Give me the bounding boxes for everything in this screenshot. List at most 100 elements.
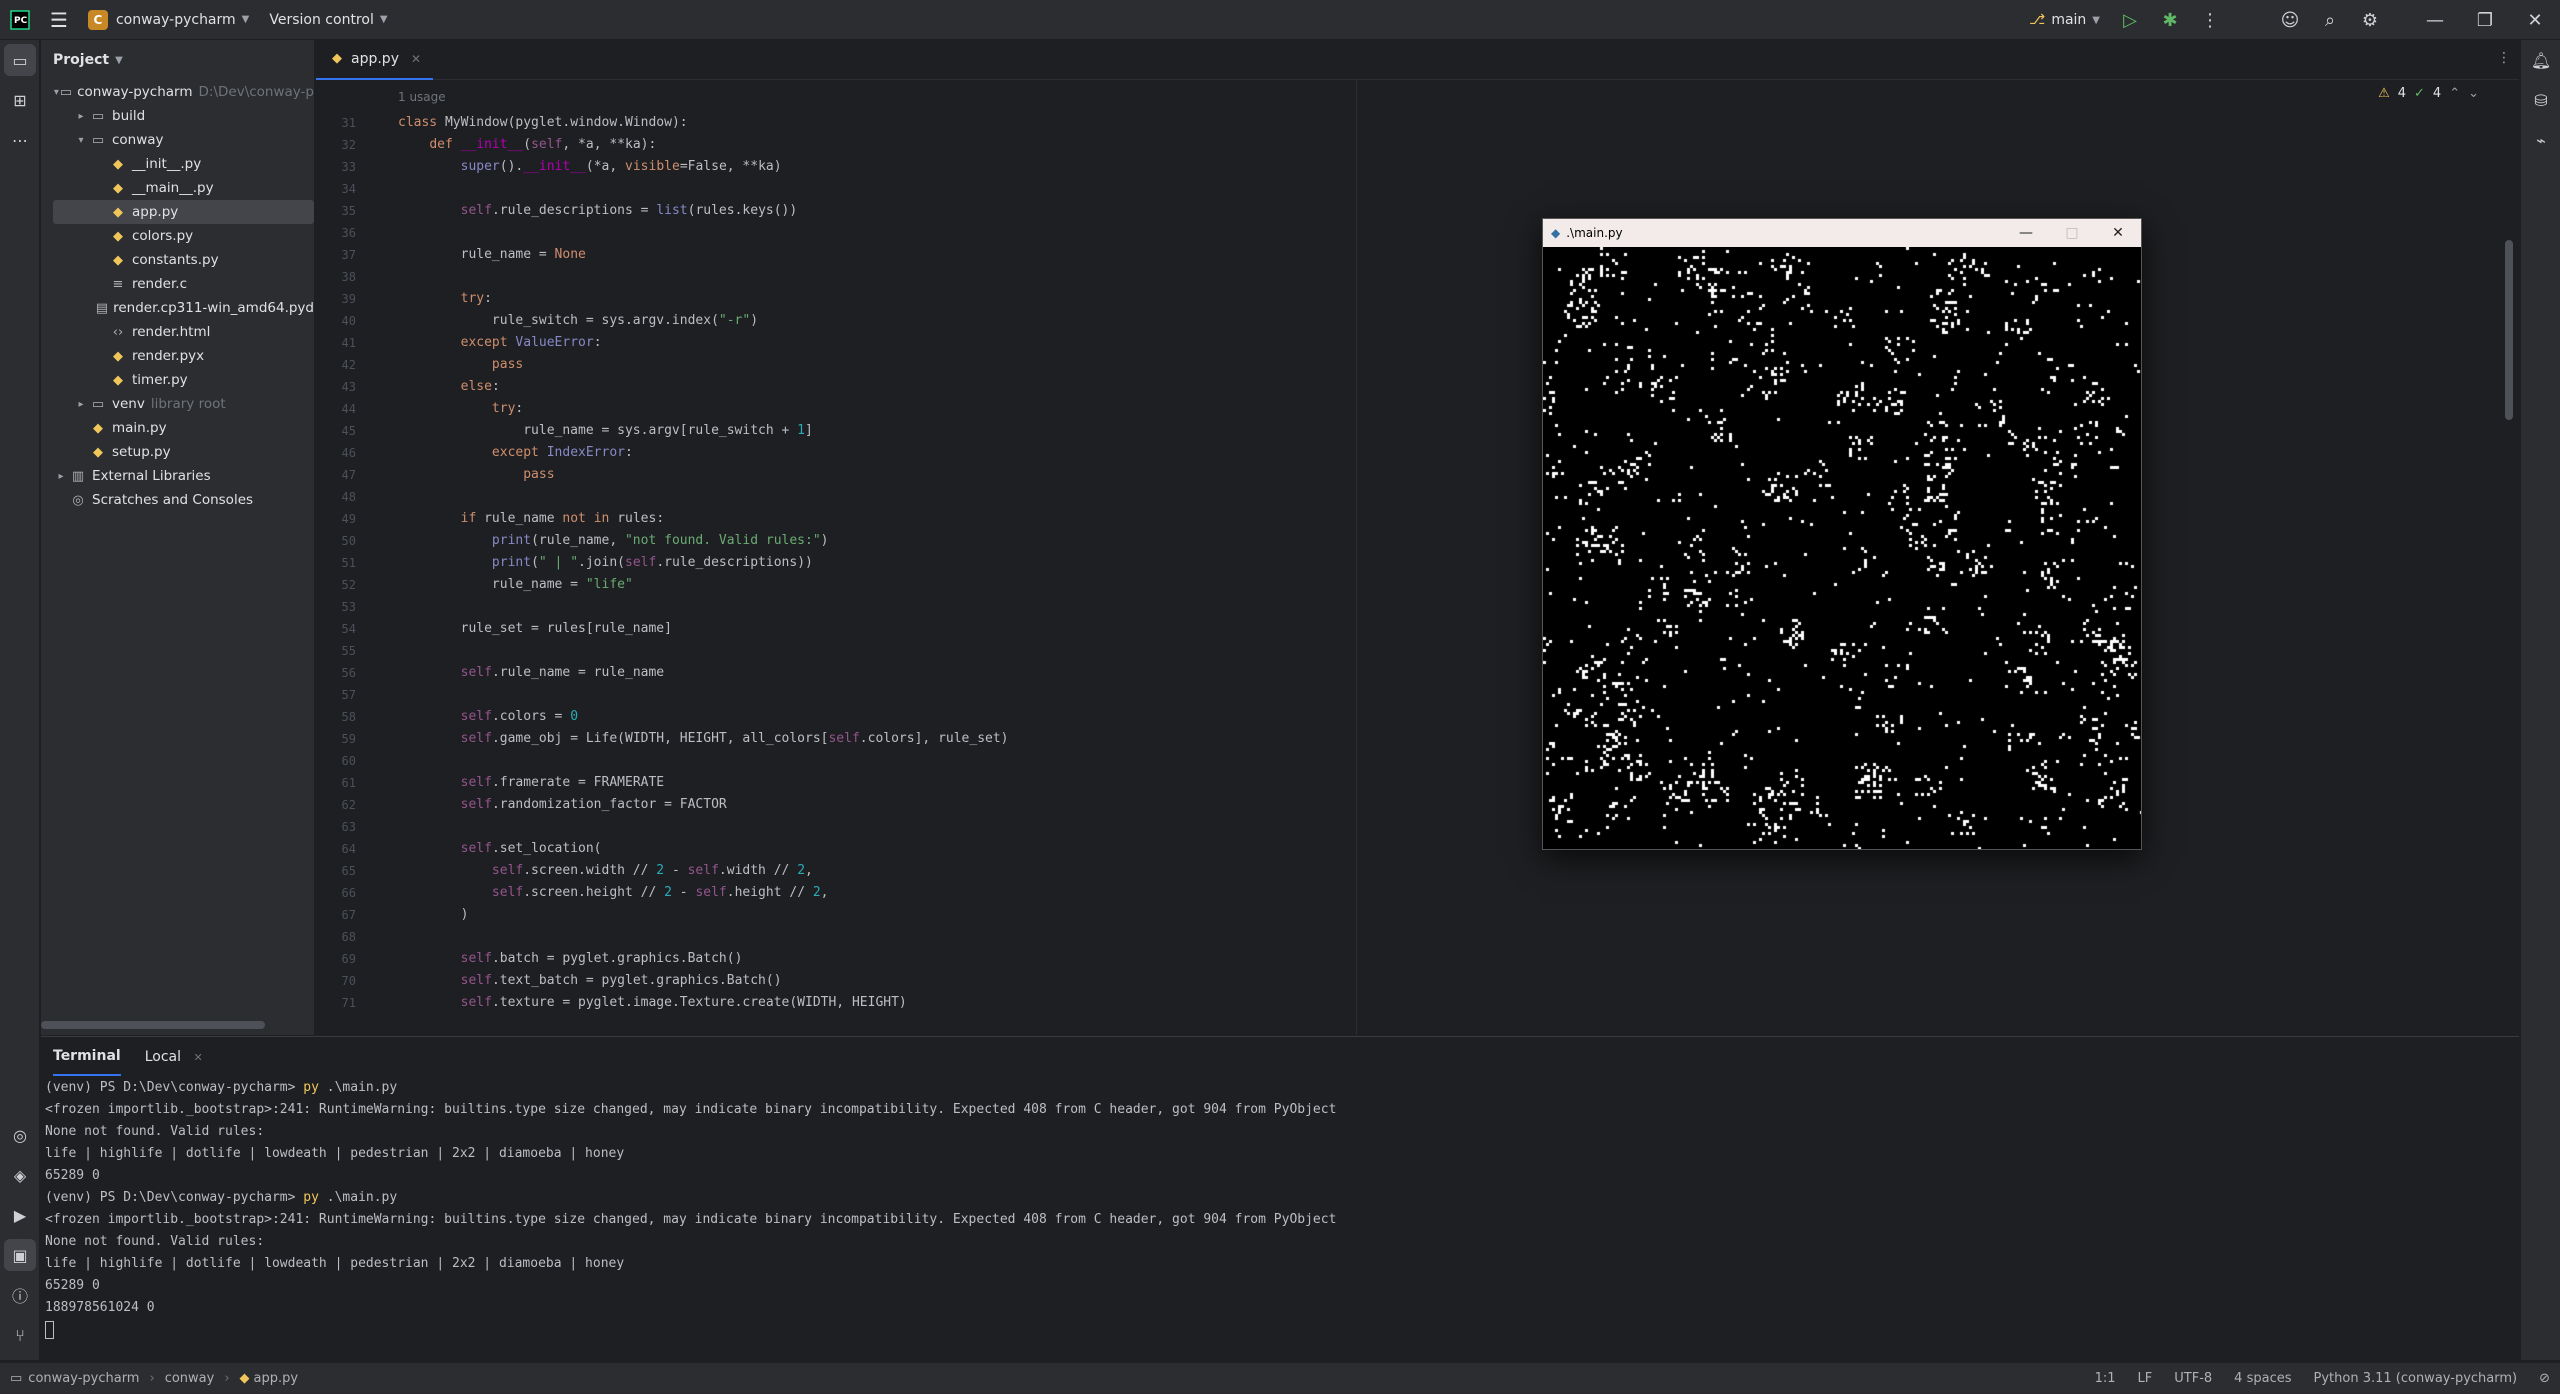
- breadcrumb-file[interactable]: app.py: [254, 1371, 299, 1386]
- terminal-output[interactable]: (venv) PS D:\Dev\conway-pycharm> py .\ma…: [41, 1077, 2519, 1341]
- problems-icon[interactable]: ⓘ: [0, 1275, 40, 1315]
- expand-arrow-icon[interactable]: ▸: [53, 471, 69, 482]
- inspection-widget[interactable]: ⚠ 4 ✓ 4 ⌃ ⌄: [2378, 86, 2479, 101]
- tree-item[interactable]: ▸ ▭ venv library root: [41, 392, 314, 416]
- expand-arrow-icon[interactable]: ▸: [73, 399, 89, 410]
- line-separator[interactable]: LF: [2138, 1371, 2153, 1386]
- python-packages-icon[interactable]: ◎: [0, 1115, 40, 1155]
- tree-item[interactable]: ◆ colors.py: [41, 224, 314, 248]
- tree-item[interactable]: ◆ render.pyx: [41, 344, 314, 368]
- code-line[interactable]: rule_set = rules[rule_name]: [398, 618, 1009, 640]
- project-selector[interactable]: C conway-pycharm ▼: [78, 0, 259, 40]
- tree-item[interactable]: ◆ constants.py: [41, 248, 314, 272]
- code-line[interactable]: [398, 596, 1009, 618]
- restore-window-icon[interactable]: ❐: [2460, 0, 2510, 40]
- sciview-icon[interactable]: ⌁: [2521, 120, 2560, 160]
- code-line[interactable]: pass: [398, 354, 1009, 376]
- tree-item[interactable]: ▤ render.cp311-win_amd64.pyd: [41, 296, 314, 320]
- code-line[interactable]: try:: [398, 398, 1009, 420]
- search-icon[interactable]: ⌕: [2310, 0, 2350, 40]
- tree-item[interactable]: ◆ __main__.py: [41, 176, 314, 200]
- structure-icon[interactable]: ⊞: [0, 80, 40, 120]
- code-text[interactable]: class MyWindow(pyglet.window.Window): de…: [398, 112, 1009, 1014]
- code-line[interactable]: [398, 222, 1009, 244]
- code-line[interactable]: ): [398, 904, 1009, 926]
- tree-item[interactable]: ◆ __init__.py: [41, 152, 314, 176]
- tree-item[interactable]: ◎ Scratches and Consoles: [41, 488, 314, 512]
- code-line[interactable]: self.rule_descriptions = list(rules.keys…: [398, 200, 1009, 222]
- gear-icon[interactable]: ⚙: [2350, 0, 2390, 40]
- code-line[interactable]: self.texture = pyglet.image.Texture.crea…: [398, 992, 1009, 1014]
- code-line[interactable]: self.set_location(: [398, 838, 1009, 860]
- code-line[interactable]: else:: [398, 376, 1009, 398]
- code-line[interactable]: rule_name = sys.argv[rule_switch + 1]: [398, 420, 1009, 442]
- code-line[interactable]: rule_name = "life": [398, 574, 1009, 596]
- code-line[interactable]: class MyWindow(pyglet.window.Window):: [398, 112, 1009, 134]
- terminal-input-line[interactable]: [45, 1319, 2519, 1341]
- code-line[interactable]: def __init__(self, *a, **ka):: [398, 134, 1009, 156]
- code-line[interactable]: self.rule_name = rule_name: [398, 662, 1009, 684]
- code-line[interactable]: print(rule_name, "not found. Valid rules…: [398, 530, 1009, 552]
- code-line[interactable]: self.screen.width // 2 - self.width // 2…: [398, 860, 1009, 882]
- code-line[interactable]: [398, 750, 1009, 772]
- chevron-down-icon[interactable]: ⌄: [2468, 86, 2479, 101]
- run-icon[interactable]: ▷: [2110, 0, 2150, 40]
- more-tools-icon[interactable]: ⋯: [0, 120, 40, 160]
- tree-item[interactable]: ▸ ▥ External Libraries: [41, 464, 314, 488]
- services-icon[interactable]: ▶: [0, 1195, 40, 1235]
- account-icon[interactable]: ☺: [2270, 0, 2310, 40]
- code-line[interactable]: [398, 816, 1009, 838]
- tree-item[interactable]: ▸ ▭ build: [41, 104, 314, 128]
- code-line[interactable]: self.text_batch = pyglet.graphics.Batch(…: [398, 970, 1009, 992]
- indent-setting[interactable]: 4 spaces: [2234, 1371, 2291, 1386]
- code-line[interactable]: [398, 640, 1009, 662]
- git-icon[interactable]: ⑂: [0, 1315, 40, 1355]
- tree-root[interactable]: ▾ ▭ conway-pycharm D:\Dev\conway-p: [41, 80, 314, 104]
- layers-icon[interactable]: ◈: [0, 1155, 40, 1195]
- tree-item[interactable]: ◆ app.py: [53, 200, 314, 224]
- code-line[interactable]: try:: [398, 288, 1009, 310]
- tree-item[interactable]: ◆ setup.py: [41, 440, 314, 464]
- code-line[interactable]: except IndexError:: [398, 442, 1009, 464]
- code-line[interactable]: except ValueError:: [398, 332, 1009, 354]
- code-line[interactable]: self.randomization_factor = FACTOR: [398, 794, 1009, 816]
- code-line[interactable]: self.framerate = FRAMERATE: [398, 772, 1009, 794]
- code-line[interactable]: self.game_obj = Life(WIDTH, HEIGHT, all_…: [398, 728, 1009, 750]
- code-line[interactable]: [398, 486, 1009, 508]
- database-icon[interactable]: ⛁: [2521, 80, 2560, 120]
- expand-arrow-icon[interactable]: ▸: [73, 111, 89, 122]
- horizontal-scrollbar[interactable]: [41, 1021, 265, 1029]
- code-line[interactable]: self.batch = pyglet.graphics.Batch(): [398, 948, 1009, 970]
- usage-hint[interactable]: 1 usage: [398, 90, 446, 104]
- debug-icon[interactable]: ✱: [2150, 0, 2190, 40]
- breadcrumb-folder[interactable]: conway: [165, 1371, 215, 1386]
- python-interpreter[interactable]: Python 3.11 (conway-pycharm): [2314, 1371, 2518, 1386]
- tree-item[interactable]: ‹› render.html: [41, 320, 314, 344]
- branch-selector[interactable]: ⎇ main ▼: [2019, 0, 2110, 40]
- game-maximize-button[interactable]: □: [2049, 219, 2095, 247]
- tab-local[interactable]: Local ✕: [145, 1049, 203, 1065]
- minimize-window-icon[interactable]: —: [2410, 0, 2460, 40]
- code-area[interactable]: 31 32 33 34 35 36 37 38 39 40 41 42 43 44 45 46 47 48 49 50…: [316, 112, 2519, 1074]
- close-tab-icon[interactable]: ✕: [193, 1051, 202, 1064]
- version-control-menu[interactable]: Version control ▼: [259, 0, 397, 40]
- code-line[interactable]: [398, 178, 1009, 200]
- file-encoding[interactable]: UTF-8: [2174, 1371, 2212, 1386]
- code-line[interactable]: self.colors = 0: [398, 706, 1009, 728]
- more-vertical-icon[interactable]: ⋮: [2190, 0, 2230, 40]
- code-line[interactable]: [398, 266, 1009, 288]
- code-line[interactable]: rule_switch = sys.argv.index("-r"): [398, 310, 1009, 332]
- lock-icon[interactable]: ⊘: [2539, 1371, 2550, 1386]
- tree-item[interactable]: ▾ ▭ conway: [41, 128, 314, 152]
- more-tabs-icon[interactable]: ⋮: [2497, 50, 2511, 66]
- caret-position[interactable]: 1:1: [2095, 1371, 2116, 1386]
- vertical-scrollbar[interactable]: [2505, 240, 2513, 420]
- close-tab-icon[interactable]: ✕: [411, 52, 421, 66]
- code-line[interactable]: if rule_name not in rules:: [398, 508, 1009, 530]
- tree-item[interactable]: ≡ render.c: [41, 272, 314, 296]
- notifications-bell-icon[interactable]: 🔔︎: [2521, 40, 2560, 80]
- breadcrumb-project[interactable]: conway-pycharm: [28, 1371, 139, 1386]
- code-line[interactable]: super().__init__(*a, visible=False, **ka…: [398, 156, 1009, 178]
- project-panel-header[interactable]: Project ▼: [41, 40, 314, 80]
- game-of-life-canvas[interactable]: [1543, 247, 2141, 849]
